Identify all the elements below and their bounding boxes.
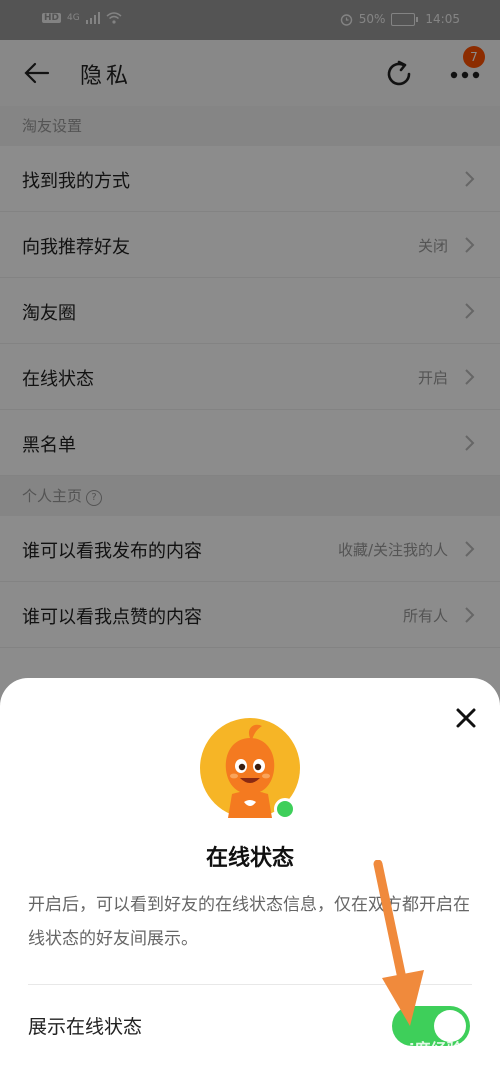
online-indicator	[274, 798, 296, 820]
close-icon[interactable]	[452, 704, 480, 732]
toggle-label: 展示在线状态	[28, 1016, 143, 1038]
annotation-arrow-icon	[373, 860, 424, 1026]
watermark-text: Bai度经验	[386, 1040, 463, 1059]
